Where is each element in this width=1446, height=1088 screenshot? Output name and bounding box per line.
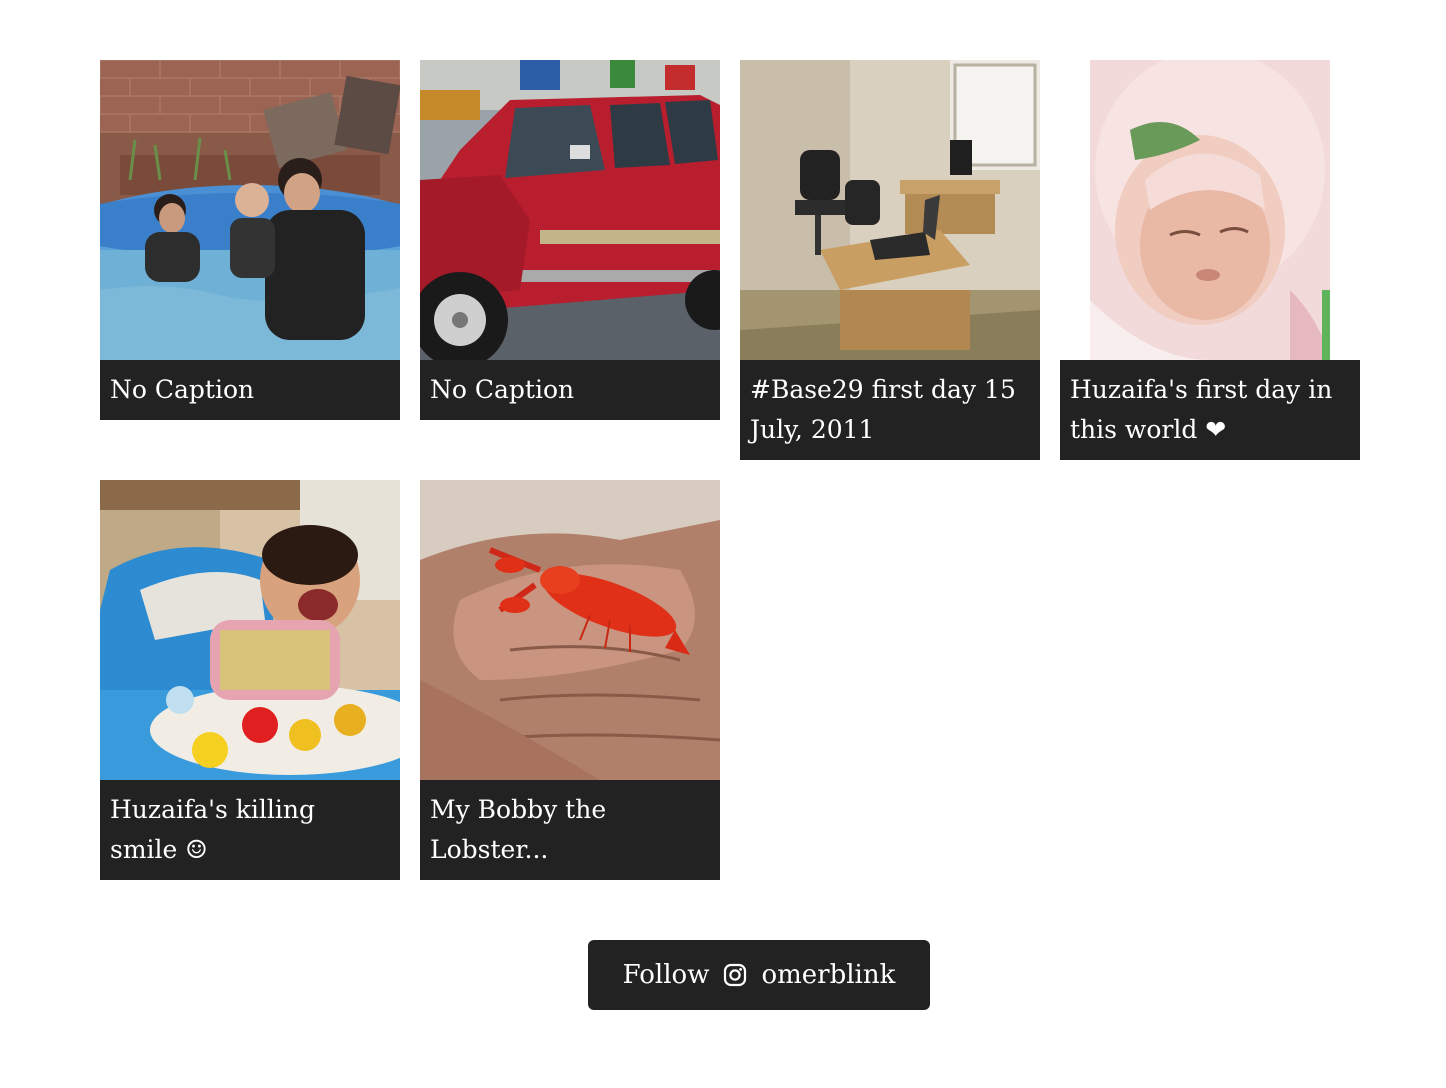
post-caption: My Bobby the Lobster...	[420, 780, 720, 880]
feed-post[interactable]: #Base29 first day 15 July, 2011	[740, 60, 1040, 460]
instagram-icon	[723, 963, 747, 987]
post-caption: #Base29 first day 15 July, 2011	[740, 360, 1040, 460]
feed-post[interactable]: No Caption	[420, 60, 720, 420]
post-image[interactable]	[100, 60, 400, 360]
post-caption: No Caption	[420, 360, 720, 420]
feed-post[interactable]: No Caption	[100, 60, 400, 420]
post-image[interactable]	[740, 60, 1040, 360]
follow-username: omerblink	[761, 960, 896, 990]
post-image[interactable]	[1060, 60, 1360, 360]
follow-button[interactable]: Follow omerblink	[588, 940, 930, 1010]
post-caption: Huzaifa's first day in this world ❤	[1060, 360, 1360, 460]
feed-post[interactable]: My Bobby the Lobster...	[420, 480, 720, 880]
post-image[interactable]	[420, 60, 720, 360]
post-image[interactable]	[100, 480, 400, 780]
post-caption: Huzaifa's killing smile ☺	[100, 780, 400, 880]
follow-label: Follow	[622, 960, 710, 990]
feed-post[interactable]: Huzaifa's killing smile ☺	[100, 480, 400, 880]
feed-post[interactable]: Huzaifa's first day in this world ❤	[1060, 60, 1360, 460]
post-caption: No Caption	[100, 360, 400, 420]
post-image[interactable]	[420, 480, 720, 780]
